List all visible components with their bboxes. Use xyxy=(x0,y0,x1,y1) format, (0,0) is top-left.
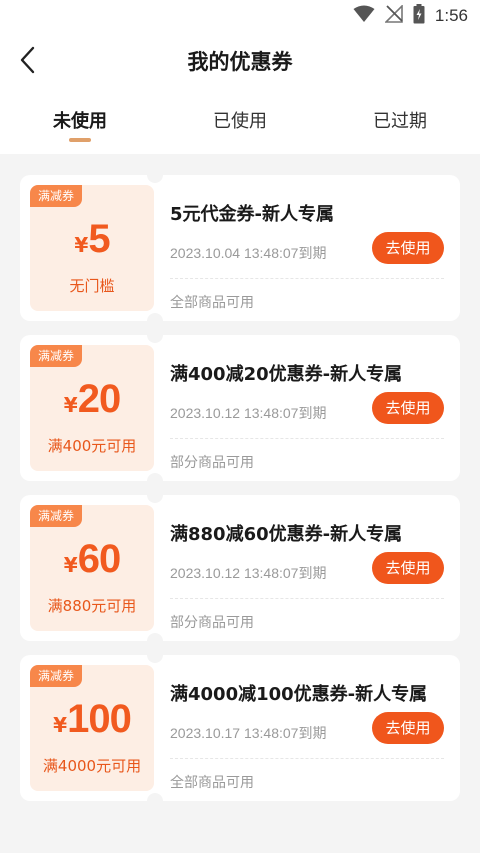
dashed-divider xyxy=(170,438,444,439)
use-coupon-button[interactable]: 去使用 xyxy=(372,552,444,584)
wifi-icon xyxy=(353,5,375,27)
tab-label: 已使用 xyxy=(213,111,267,132)
use-coupon-button[interactable]: 去使用 xyxy=(372,712,444,744)
coupon-card: 满减券 ¥5 无门槛 5元代金券-新人专属 2023.10.04 13:48:0… xyxy=(20,167,460,329)
coupon-card: 满减券 ¥60 满880元可用 满880减60优惠券-新人专属 2023.10.… xyxy=(20,487,460,649)
coupon-type-tag: 满减券 xyxy=(30,185,83,207)
coupon-notch xyxy=(147,647,163,663)
coupon-amount: ¥5 xyxy=(30,217,154,262)
amount-value: 20 xyxy=(77,377,121,421)
coupon-condition: 满4000元可用 xyxy=(42,757,142,775)
coupon-title: 5元代金券-新人专属 xyxy=(170,204,334,225)
coupon-expiry: 2023.10.04 13:48:07到期 xyxy=(170,245,327,261)
coupon-amount: ¥60 xyxy=(30,537,154,582)
use-coupon-button[interactable]: 去使用 xyxy=(372,392,444,424)
coupon-expiry: 2023.10.12 13:48:07到期 xyxy=(170,405,327,421)
coupon-type-tag: 满减券 xyxy=(30,345,83,367)
page-title: 我的优惠券 xyxy=(187,50,293,74)
tab-bar: 未使用 已使用 已过期 xyxy=(0,92,480,154)
coupon-notch xyxy=(147,167,163,183)
coupon-amount: ¥100 xyxy=(30,697,154,742)
coupon-value-panel: 满减券 ¥5 无门槛 xyxy=(30,185,154,311)
coupon-scope: 部分商品可用 xyxy=(170,455,254,471)
currency-symbol: ¥ xyxy=(63,553,78,577)
tab-label: 已过期 xyxy=(373,111,427,132)
status-icons: 1:56 xyxy=(353,4,468,28)
battery-charging-icon xyxy=(413,4,425,28)
dashed-divider xyxy=(170,758,444,759)
coupon-notch xyxy=(147,327,163,343)
coupon-scope: 全部商品可用 xyxy=(170,775,254,791)
dashed-divider xyxy=(170,598,444,599)
coupon-title: 满880减60优惠券-新人专属 xyxy=(170,524,403,545)
coupon-card: 满减券 ¥20 满400元可用 满400减20优惠券-新人专属 2023.10.… xyxy=(20,327,460,489)
coupon-expiry: 2023.10.12 13:48:07到期 xyxy=(170,565,327,581)
tab-expired[interactable]: 已过期 xyxy=(320,92,480,154)
coupon-condition: 满400元可用 xyxy=(47,437,137,455)
tab-used[interactable]: 已使用 xyxy=(160,92,320,154)
use-coupon-button[interactable]: 去使用 xyxy=(372,232,444,264)
coupon-notch xyxy=(147,793,163,809)
coupon-condition: 满880元可用 xyxy=(47,597,137,615)
no-signal-icon xyxy=(383,4,403,27)
coupon-expiry: 2023.10.17 13:48:07到期 xyxy=(170,725,327,741)
coupon-title: 满4000减100优惠券-新人专属 xyxy=(170,684,428,705)
status-bar: 1:56 xyxy=(0,0,480,32)
coupon-type-tag: 满减券 xyxy=(30,665,83,687)
coupon-notch xyxy=(147,487,163,503)
coupon-scope: 全部商品可用 xyxy=(170,295,254,311)
currency-symbol: ¥ xyxy=(74,233,89,257)
dashed-divider xyxy=(170,278,444,279)
coupon-scope: 部分商品可用 xyxy=(170,615,254,631)
coupon-amount: ¥20 xyxy=(30,377,154,422)
coupon-value-panel: 满减券 ¥60 满880元可用 xyxy=(30,505,154,631)
tab-unused[interactable]: 未使用 xyxy=(0,92,160,154)
tab-indicator xyxy=(69,138,91,142)
coupon-value-panel: 满减券 ¥20 满400元可用 xyxy=(30,345,154,471)
status-time: 1:56 xyxy=(434,6,468,25)
coupon-title: 满400减20优惠券-新人专属 xyxy=(170,364,403,385)
nav-bar: 我的优惠券 xyxy=(0,32,480,92)
amount-value: 5 xyxy=(88,217,110,261)
currency-symbol: ¥ xyxy=(63,393,78,417)
coupon-value-panel: 满减券 ¥100 满4000元可用 xyxy=(30,665,154,791)
coupon-list: 满减券 ¥5 无门槛 5元代金券-新人专属 2023.10.04 13:48:0… xyxy=(20,167,460,815)
coupon-type-tag: 满减券 xyxy=(30,505,83,527)
amount-value: 100 xyxy=(67,697,132,741)
currency-symbol: ¥ xyxy=(53,713,68,737)
tab-label: 未使用 xyxy=(53,111,107,132)
amount-value: 60 xyxy=(77,537,121,581)
coupon-card: 满减券 ¥100 满4000元可用 满4000减100优惠券-新人专属 2023… xyxy=(20,647,460,809)
coupon-condition: 无门槛 xyxy=(69,277,115,295)
